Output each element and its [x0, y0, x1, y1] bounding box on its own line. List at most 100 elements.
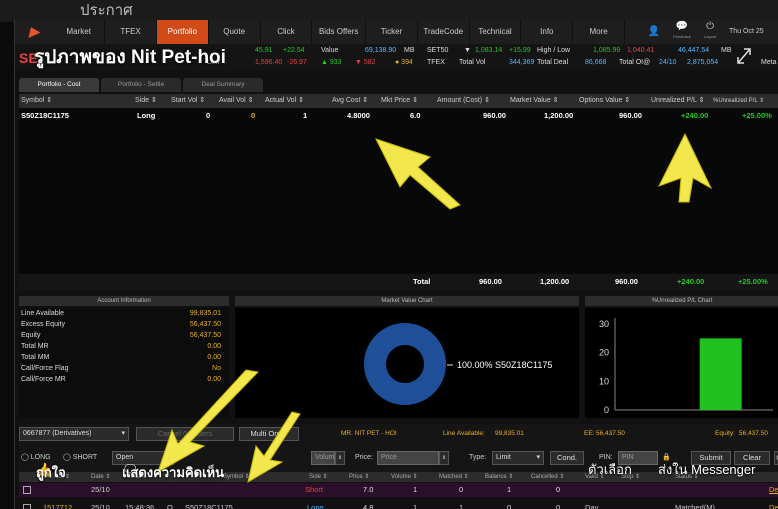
upl-chart-header: %Unrealized P/L Chart [585, 296, 778, 306]
tab-portfolio-settle[interactable]: Portfolio - Settle [101, 78, 181, 92]
account-owner: MR. NIT PET - HOI [341, 430, 397, 437]
menu-market[interactable]: Market [53, 20, 106, 44]
send-in-messenger-button[interactable]: ส่งใน Messenger [658, 459, 755, 480]
order-row[interactable]: 1517712 25/10 15:48:36 O S50Z18C1175 Lon… [19, 501, 778, 509]
portfolio-header: Symbol ⇕ Side ⇕ Start Vol ⇕ Avail Vol ⇕ … [19, 94, 778, 108]
menu-ticker[interactable]: Ticker [366, 20, 418, 44]
line-available-value: 99,835.01 [495, 430, 524, 437]
user-icon[interactable]: 👤 [645, 27, 663, 37]
clock: Thu Oct 25 2018 [729, 28, 764, 59]
low-value: 1,596.40 [255, 59, 283, 66]
total-oi-date: 24/10 [659, 59, 677, 66]
ticker-index-change: +22.54 [283, 47, 305, 54]
y-tick-label: 0 [604, 405, 609, 415]
menu-tradecode[interactable]: TradeCode [418, 20, 470, 44]
order-price: 7.0 [363, 485, 374, 494]
app-logo: ▶ [29, 24, 40, 39]
order-checkbox[interactable] [23, 486, 31, 494]
value-label: Value [321, 47, 339, 54]
options-button[interactable]: ตัวเลือก [588, 459, 632, 480]
unchanged: ● 394 [395, 59, 413, 66]
order-volume: 1 [413, 485, 418, 494]
account-info-header: Account Information [19, 296, 229, 306]
order-valid: Day [585, 503, 599, 509]
order-checkbox[interactable] [23, 504, 31, 509]
menu-bids-offers[interactable]: Bids Offers [312, 20, 367, 44]
upl-chart: 30 20 10 0 [585, 308, 778, 418]
expand-icon[interactable] [735, 46, 753, 66]
equity-label: Equity: [715, 430, 735, 437]
set50-high: 1,085.99 [593, 47, 621, 54]
col-side[interactable]: Side ⇕ [135, 94, 157, 108]
ticker-tail: Meta [761, 59, 777, 66]
line-available-label: Line Available: [443, 430, 485, 437]
set50-arrow-icon: ▼ [464, 47, 471, 54]
col-unrealized-pl-pct[interactable]: %Unrealized P/L ⇕ [713, 94, 764, 108]
order-number-link[interactable]: 1517712 [43, 501, 72, 509]
set50-change: +15.99 [509, 47, 531, 54]
portfolio-total-row: Total 960.00 1,200.00 960.00 +240.00 +25… [19, 274, 778, 290]
col-mkt-price[interactable]: Mkt Price ⇕ [381, 94, 418, 108]
ticker-index: 45.91 [255, 47, 273, 54]
col-market-value[interactable]: Market Value ⇕ [510, 94, 559, 108]
y-tick-label: 30 [599, 319, 609, 329]
logout-icon[interactable]: ⏻ Logout [701, 22, 719, 42]
value-unit: MB [404, 47, 415, 54]
order-volume: 1 [413, 503, 418, 509]
menu-tfex[interactable]: TFEX [105, 20, 157, 44]
account-row: Total MR 0.00 [21, 343, 221, 350]
order-matched: 1 [459, 503, 464, 509]
arrow-annotation [375, 138, 461, 210]
col-avail-vol[interactable]: Avail Vol ⇕ [219, 94, 254, 108]
total-deal-label: Total Deal [537, 59, 569, 66]
menu-more[interactable]: More [573, 20, 626, 44]
cell-actual-vol: 1 [303, 111, 308, 120]
set50-low: 1,040.41 [627, 47, 655, 54]
ticker-extra-value: 46,447.54 [678, 47, 710, 54]
facebook-action-bar: 👍 ถูกใจ 🗨 แสดงความคิดเห็น ตัวเลือก ส่งใน… [0, 456, 778, 480]
bar-mark [699, 338, 742, 410]
col-actual-vol[interactable]: Actual Vol ⇕ [265, 94, 304, 108]
menu-info[interactable]: Info [521, 20, 574, 44]
account-select[interactable]: 0667877 (Derivatives) ▾ [19, 427, 129, 441]
col-symbol[interactable]: Symbol ⇕ [21, 94, 52, 108]
total-oi-label: Total OI@ [619, 59, 651, 66]
feedback-icon[interactable]: 💬 Feedback [673, 22, 691, 42]
screenshot-root: ประกาศ ▶ Market TFEX Portfolio Quote Cli… [0, 0, 778, 509]
total-unrealized-pl: +240.00 [677, 277, 705, 286]
ee-label: EE: [584, 430, 595, 437]
advancers: ▲ 933 [321, 59, 342, 66]
order-detail-link[interactable]: De [769, 483, 778, 497]
cell-options-value: 960.00 [619, 111, 642, 120]
col-unrealized-pl[interactable]: Unrealized P/L ⇕ [651, 94, 704, 108]
total-options-value: 960.00 [615, 277, 638, 286]
order-row[interactable]: 25/10 Short 7.0 1 0 1 0 De [19, 483, 778, 497]
cell-start-vol: 0 [206, 111, 211, 120]
order-detail-link[interactable]: De [769, 501, 778, 509]
order-status: Matched(M) [675, 503, 716, 509]
y-tick-label: 10 [599, 376, 609, 386]
order-symbol: S50Z18C1175 [185, 503, 233, 509]
portfolio-row[interactable]: S50Z18C1175 Long 0 0 1 4.8000 6.0 960.00… [19, 109, 778, 123]
equity-value: 56,437.50 [739, 430, 768, 437]
menu-technical[interactable]: Technical [470, 20, 522, 44]
portfolio-tabs: Portfolio - Cost Portfolio - Settle Deal… [19, 78, 263, 92]
order-type: O [167, 503, 173, 509]
col-start-vol[interactable]: Start Vol ⇕ [171, 94, 205, 108]
order-cancelled: 0 [556, 503, 561, 509]
total-vol-label: Total Vol [459, 59, 486, 66]
main-menu: ▶ Market TFEX Portfolio Quote Click Bids… [15, 20, 778, 59]
tab-portfolio-cost[interactable]: Portfolio - Cost [19, 78, 99, 92]
menu-portfolio[interactable]: Portfolio [156, 20, 209, 44]
photo-owner-title: รูปภาพของ Nit Pet-hoi [34, 47, 226, 68]
tab-deal-summary[interactable]: Deal Summary [183, 78, 263, 92]
menu-quote[interactable]: Quote [209, 20, 261, 44]
col-amount-cost[interactable]: Amount (Cost) ⇕ [437, 94, 490, 108]
menu-click[interactable]: Click [261, 20, 313, 44]
cell-avg-cost: 4.8000 [347, 111, 370, 120]
high-low-label: High / Low [537, 47, 571, 54]
col-options-value[interactable]: Options Value ⇕ [579, 94, 630, 108]
total-deal-value: 86,668 [585, 59, 607, 66]
col-avg-cost[interactable]: Avg Cost ⇕ [332, 94, 368, 108]
chevron-down-icon: ▾ [121, 430, 125, 437]
